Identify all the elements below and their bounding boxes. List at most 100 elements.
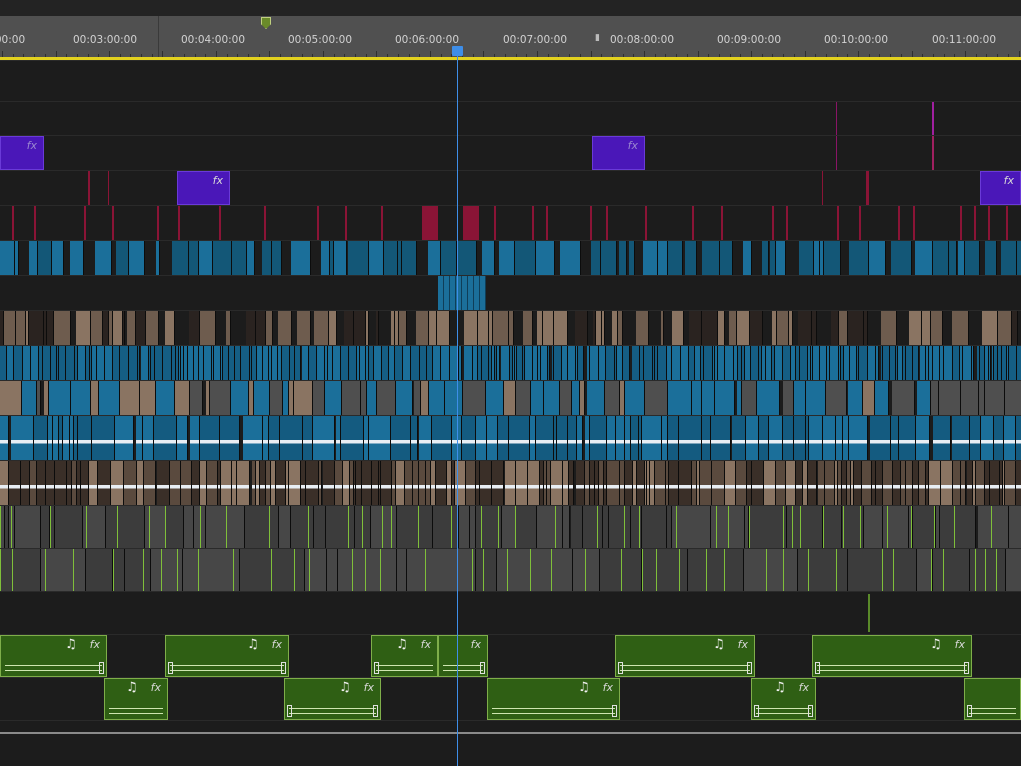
track-video-7[interactable] [0,460,1021,505]
title-clip[interactable]: fx [0,136,44,170]
adjustment-clip[interactable] [532,206,534,240]
audio-clip[interactable] [583,506,603,548]
video-clip[interactable] [237,461,250,505]
video-clip[interactable] [599,346,606,380]
video-clip[interactable] [685,241,697,275]
video-clip[interactable] [199,241,213,275]
video-clip[interactable] [29,311,44,345]
video-clip[interactable] [629,241,635,275]
title-clip[interactable]: fx [177,171,230,205]
video-clip[interactable] [66,346,75,380]
video-clip[interactable] [985,381,1005,415]
video-clip[interactable] [272,241,282,275]
video-clip[interactable] [981,416,994,460]
video-clip[interactable] [98,461,111,505]
video-clip[interactable] [933,416,951,460]
video-clip[interactable] [433,346,441,380]
video-clip[interactable] [120,381,140,415]
video-clip[interactable] [280,416,303,460]
video-clip[interactable] [826,381,847,415]
video-clip[interactable] [893,461,901,505]
video-clip[interactable] [247,241,255,275]
video-clip[interactable] [862,461,872,505]
video-clip[interactable] [276,461,286,505]
audio-clip[interactable] [41,549,86,591]
video-clip[interactable] [436,461,447,505]
video-clip[interactable] [720,241,733,275]
video-clip[interactable] [931,381,939,415]
video-clip[interactable] [29,241,38,275]
video-clip[interactable] [655,461,666,505]
video-clip[interactable] [825,461,835,505]
adjustment-clip[interactable] [84,206,86,240]
video-clip[interactable] [92,416,115,460]
video-clip[interactable] [105,346,113,380]
video-clip[interactable] [808,461,817,505]
track-v-empty-1[interactable] [0,60,1021,101]
video-clip[interactable] [341,416,364,460]
video-clip[interactable] [154,416,177,460]
audio-clip[interactable] [631,506,642,548]
video-clip[interactable] [116,241,129,275]
video-clip[interactable] [830,346,839,380]
video-clip[interactable] [144,461,156,505]
audio-clip[interactable] [279,506,291,548]
track-audio-empty[interactable] [0,720,1021,766]
title-clip[interactable]: fx [980,171,1021,205]
video-clip[interactable] [343,461,350,505]
video-clip[interactable] [462,416,476,460]
video-clip[interactable] [482,241,495,275]
video-clip[interactable] [929,461,941,505]
video-clip[interactable] [220,416,240,460]
audio-clip[interactable] [397,506,433,548]
video-clip[interactable] [625,461,633,505]
video-clip[interactable] [906,461,913,505]
video-clip[interactable] [143,416,154,460]
video-clip[interactable] [163,346,172,380]
audio-clip[interactable] [798,549,848,591]
video-clip[interactable] [137,461,144,505]
video-clip[interactable] [482,346,489,380]
video-clip[interactable] [831,311,839,345]
video-clip[interactable] [661,311,664,345]
video-clip[interactable] [14,346,23,380]
video-clip[interactable] [170,461,181,505]
adjustment-clip[interactable] [960,206,962,240]
video-clip[interactable] [172,241,189,275]
video-clip[interactable] [607,416,616,460]
video-clip[interactable] [0,416,9,460]
video-clip[interactable] [177,416,188,460]
video-clip[interactable] [313,381,325,415]
video-clip[interactable] [922,311,931,345]
adjustment-clip[interactable] [859,206,861,240]
video-clip[interactable] [15,241,19,275]
music-clip[interactable]: ♫ fx [487,678,620,720]
video-clip[interactable] [813,346,820,380]
video-clip[interactable] [899,416,916,460]
video-clip[interactable] [411,416,418,460]
video-clip[interactable] [998,311,1012,345]
video-clip[interactable] [91,381,99,415]
video-clip[interactable] [961,461,966,505]
music-clip[interactable]: ♫ fx [284,678,381,720]
video-clip[interactable] [870,416,891,460]
video-clip[interactable] [429,311,437,345]
video-clip[interactable] [59,346,66,380]
video-clip[interactable] [9,461,21,505]
audio-clip[interactable] [0,549,41,591]
video-clip[interactable] [820,346,827,380]
music-clip[interactable]: ♫ fx [104,678,168,720]
video-clip[interactable] [702,241,720,275]
audio-clip[interactable] [41,506,50,548]
video-clip[interactable] [313,416,335,460]
video-clip[interactable] [0,461,9,505]
video-clip[interactable] [348,241,369,275]
video-clip[interactable] [441,241,457,275]
video-clip[interactable] [457,241,477,275]
video-clip[interactable] [317,346,325,380]
track-video-5[interactable] [0,380,1021,415]
video-clip[interactable] [214,346,221,380]
video-clip[interactable] [49,381,71,415]
video-clip[interactable] [91,311,103,345]
audio-clip[interactable] [151,549,183,591]
